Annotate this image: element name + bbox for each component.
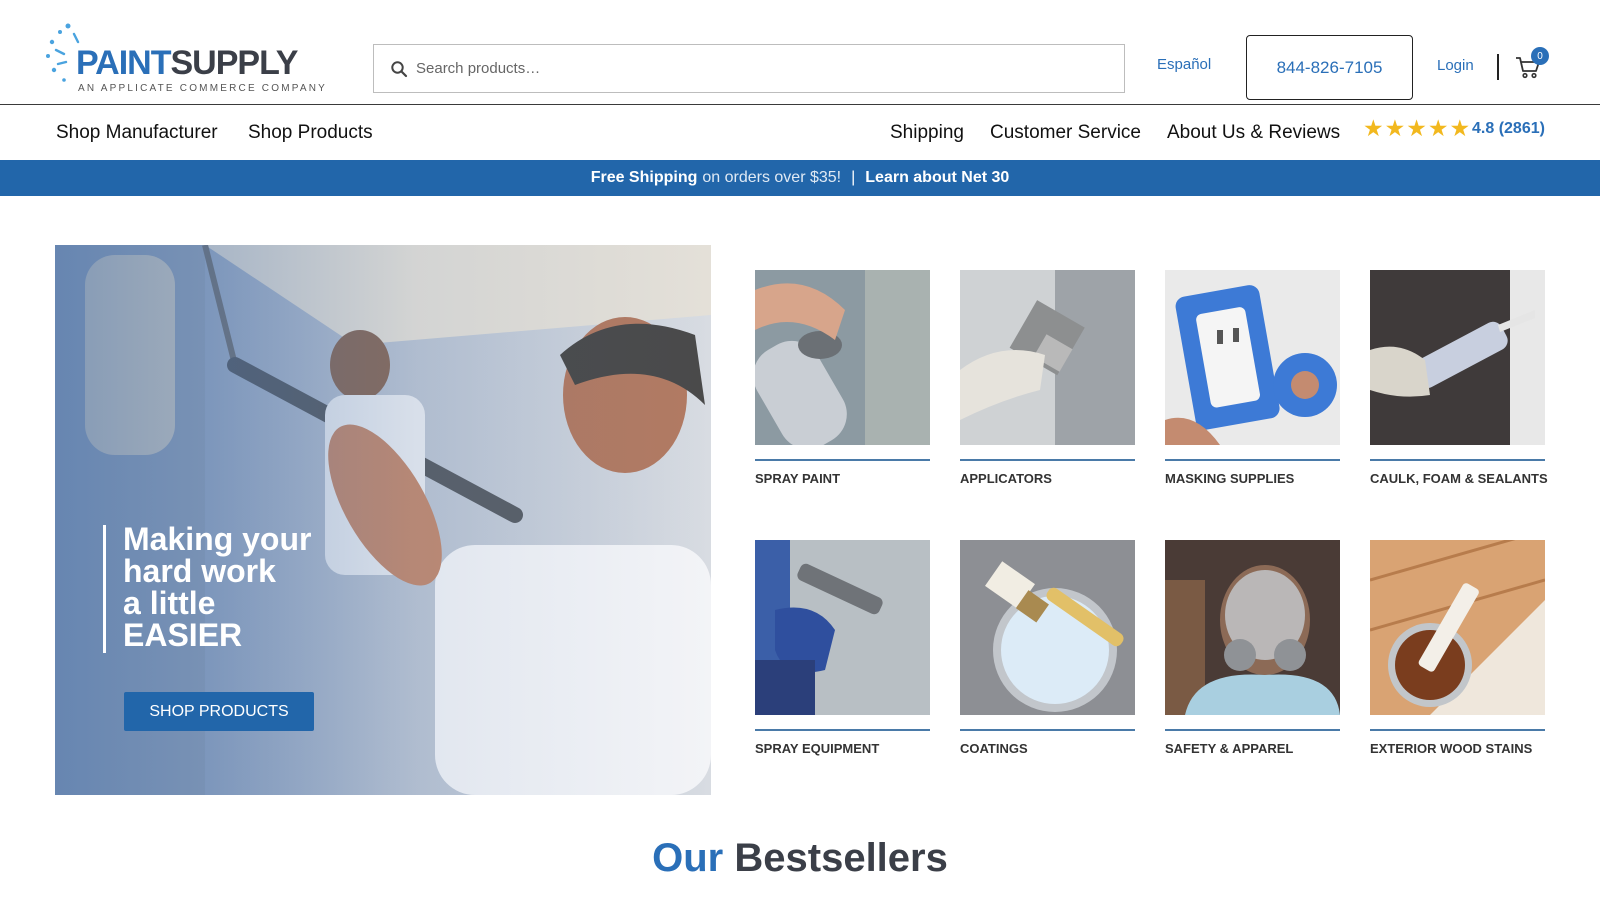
category-safety-apparel[interactable]: SAFETY & APPAREL [1165,540,1340,756]
tape-icon [1165,270,1340,445]
main-nav: Shop Manufacturer Shop Products Shipping… [0,106,1600,160]
paint-brush-icon [960,270,1135,445]
nav-customer-service[interactable]: Customer Service [990,122,1141,144]
phone-button[interactable]: 844-826-7105 [1246,35,1413,100]
category-spray-paint[interactable]: SPRAY PAINT [753,270,930,486]
category-spray-equipment[interactable]: SPRAY EQUIPMENT [755,540,930,756]
nav-shop-manufacturer[interactable]: Shop Manufacturer [56,122,218,144]
free-shipping-text: Free Shipping [590,169,698,186]
paintsupply-logo[interactable]: PAINTSUPPLY AN APPLICATE COMMERCE COMPAN… [44,20,328,96]
hero-line-3: a little [123,585,216,621]
search-box [373,44,1125,93]
stain-can-icon [1369,528,1546,715]
bestsellers-word-our: Our [652,836,724,880]
category-label[interactable]: APPLICATORS [960,471,1135,486]
category-caulk-foam-sealants[interactable]: CAULK, FOAM & SEALANTS [1370,270,1548,486]
star-icon: ★ [1384,115,1406,141]
category-exterior-wood-stains[interactable]: EXTERIOR WOOD STAINS [1369,528,1546,756]
spray-can-icon [753,270,930,450]
category-label[interactable]: MASKING SUPPLIES [1165,471,1340,486]
hero-headline: Making your hard work a little EASIER [123,523,383,651]
hero-line-2: hard work [123,553,276,589]
search-icon[interactable] [390,60,408,78]
category-label[interactable]: EXTERIOR WOOD STAINS [1370,741,1545,756]
category-coatings[interactable]: COATINGS [960,540,1135,756]
cart-count-badge: 0 [1531,47,1549,65]
logo-wordmark: PAINTSUPPLY [76,44,298,82]
nav-shop-products[interactable]: Shop Products [248,122,373,144]
category-label[interactable]: SPRAY PAINT [755,471,930,486]
login-link[interactable]: Login [1437,57,1474,74]
caulk-gun-icon [1370,270,1545,445]
promo-bar: Free Shipping on orders over $35! | Lear… [0,160,1600,196]
logo-text-supply: SUPPLY [170,44,298,82]
category-masking-supplies[interactable]: MASKING SUPPLIES [1165,270,1340,486]
rating-stars[interactable]: ★ ★ ★ ★ ★ [1363,117,1470,140]
promo-separator: | [851,169,856,186]
bestsellers-heading: Our Bestsellers [0,836,1600,881]
category-label[interactable]: SPRAY EQUIPMENT [755,741,930,756]
category-divider [1370,459,1545,461]
category-divider [1370,729,1545,731]
star-icon: ★ [1363,115,1384,141]
paint-can-icon [960,540,1135,715]
nav-about-reviews[interactable]: About Us & Reviews [1167,122,1340,144]
header-divider [1497,54,1499,80]
category-label[interactable]: CAULK, FOAM & SEALANTS [1370,471,1548,486]
rating-value[interactable]: 4.8 (2861) [1472,120,1545,138]
hero-accent-bar [103,525,106,653]
star-icon: ★ [1427,115,1449,141]
hero-banner: Making your hard work a little EASIER SH… [55,245,711,795]
logo-text-paint: PAINT [76,44,171,82]
category-divider [755,459,930,461]
bestsellers-word-bestsellers: Bestsellers [734,836,948,880]
category-divider [960,729,1135,731]
star-icon: ★ [1449,115,1471,141]
category-label[interactable]: COATINGS [960,741,1135,756]
shop-products-button[interactable]: SHOP PRODUCTS [124,692,314,731]
category-divider [960,459,1135,461]
hero-line-1: Making your [123,521,312,557]
category-applicators[interactable]: APPLICATORS [960,270,1135,486]
category-divider [1165,459,1340,461]
spray-gun-icon [755,540,930,715]
hero-line-4: EASIER [123,617,243,653]
category-label[interactable]: SAFETY & APPAREL [1165,741,1340,756]
category-divider [1165,729,1340,731]
star-icon: ★ [1406,115,1427,141]
category-divider [755,729,930,731]
nav-shipping[interactable]: Shipping [890,122,964,144]
site-header: PAINTSUPPLY AN APPLICATE COMMERCE COMPAN… [0,0,1600,105]
language-link[interactable]: Español [1157,56,1211,73]
logo-tagline: AN APPLICATE COMMERCE COMPANY [78,83,328,94]
search-input[interactable] [416,45,1106,92]
orders-over-text: on orders over $35! [702,169,842,186]
net30-link[interactable]: Learn about Net 30 [865,169,1009,187]
respirator-icon [1165,540,1340,715]
